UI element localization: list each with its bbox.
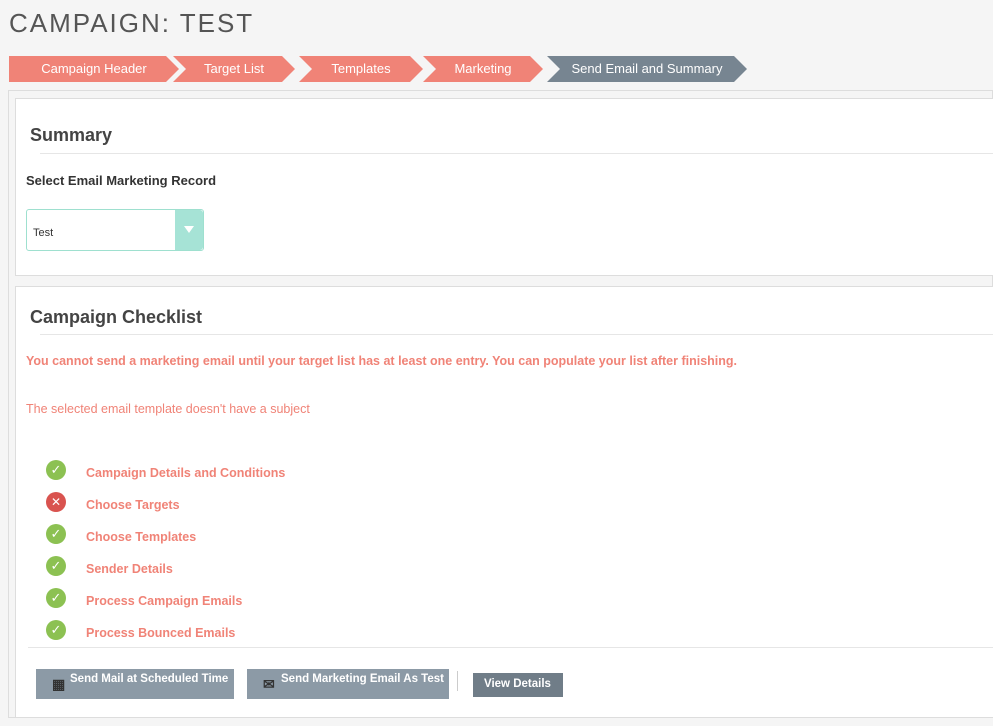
chevron-down-icon[interactable]: [175, 210, 203, 250]
checklist-item-label[interactable]: Campaign Details and Conditions: [86, 466, 285, 480]
wizard-step-send-email-summary[interactable]: Send Email and Summary: [547, 56, 747, 82]
summary-title: Summary: [30, 125, 113, 145]
view-details-button[interactable]: View Details: [473, 673, 563, 697]
wizard-step-target-list[interactable]: Target List: [173, 56, 295, 82]
calendar-icon: ▦: [52, 676, 66, 692]
send-scheduled-button[interactable]: ▦ Send Mail at Scheduled Time: [36, 669, 234, 699]
check-icon: ✓: [46, 556, 66, 576]
wizard-step-marketing[interactable]: Marketing: [423, 56, 543, 82]
button-separator: [457, 671, 458, 691]
check-icon: ✓: [46, 524, 66, 544]
send-test-email-button[interactable]: ✉ Send Marketing Email As Test: [247, 669, 449, 699]
summary-panel: Summary Select Email Marketing Record Te…: [15, 98, 993, 276]
checklist-item-label[interactable]: Process Campaign Emails: [86, 594, 242, 608]
footer-divider: [28, 647, 993, 648]
email-marketing-select-value: Test: [33, 227, 54, 239]
send-test-email-label: Send Marketing Email As Test: [281, 673, 444, 685]
wizard-step-templates[interactable]: Templates: [299, 56, 423, 82]
wizard-step-campaign-header[interactable]: Campaign Header: [9, 56, 179, 82]
send-scheduled-label: Send Mail at Scheduled Time: [70, 673, 229, 685]
page-title: CAMPAIGN: TEST: [9, 8, 255, 38]
summary-divider: [40, 153, 993, 154]
checklist-item-label[interactable]: Sender Details: [86, 562, 173, 576]
checklist-item-label[interactable]: Choose Targets: [86, 498, 180, 512]
checklist-item-label[interactable]: Choose Templates: [86, 530, 196, 544]
checklist-divider: [40, 334, 993, 335]
error-icon: ✕: [46, 492, 66, 512]
select-email-marketing-label: Select Email Marketing Record: [26, 173, 217, 188]
view-details-label: View Details: [484, 678, 551, 690]
target-list-warning: You cannot send a marketing email until …: [26, 354, 738, 368]
check-icon: ✓: [46, 460, 66, 480]
check-icon: ✓: [46, 620, 66, 640]
template-subject-warning: The selected email template doesn't have…: [26, 402, 310, 416]
email-marketing-select[interactable]: Test: [26, 209, 204, 251]
envelope-icon: ✉: [263, 676, 275, 692]
checklist-title: Campaign Checklist: [30, 307, 203, 327]
checklist-panel: Campaign Checklist You cannot send a mar…: [15, 286, 993, 718]
check-icon: ✓: [46, 588, 66, 608]
checklist-item-label[interactable]: Process Bounced Emails: [86, 626, 235, 640]
